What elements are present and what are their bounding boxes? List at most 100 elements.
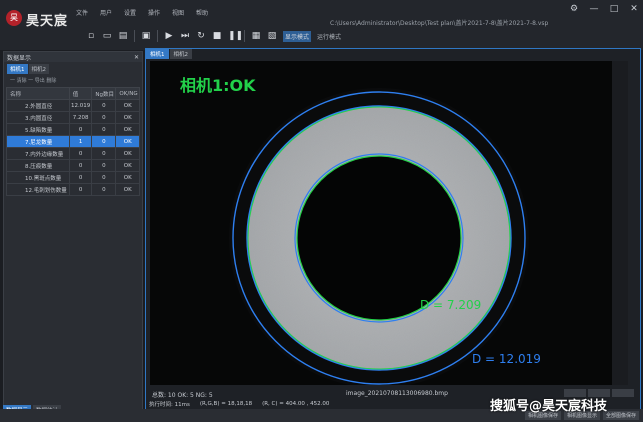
menu-bar: 文件 用户 设置 操作 视图 帮助 [70,8,214,17]
inner-diameter-label: D = 7.209 [420,298,481,312]
camera-status-text: 相机1:OK [180,76,256,95]
menu-operate[interactable]: 操作 [142,8,166,17]
app-logo: 昊 [6,10,22,26]
image-panel: 相机1 相机2 相机1:OK D = 7.209 D = 12.019 总数: … [145,48,641,410]
cell-value: 0 [68,171,93,184]
display-mode-button[interactable]: 显示模式 [283,30,312,42]
cell-value: 0 [68,147,93,160]
pause-icon[interactable]: ❚❚ [228,31,243,41]
run-icon[interactable]: ▶ [164,31,174,41]
grid-icon[interactable]: ▦ [251,31,261,41]
cell-name: 2.外圆直径 [6,99,70,112]
cell-status: OK [115,147,140,160]
cell-value: 1 [68,135,93,148]
menu-view[interactable]: 视图 [166,8,190,17]
table-row[interactable]: 8.压痕数量 0 0 OK [6,159,140,172]
cell-value: 0 [68,123,93,136]
stop-icon[interactable]: ■ [212,31,222,41]
image-canvas[interactable]: 相机1:OK D = 7.209 D = 12.019 [150,61,628,385]
cell-name: 10.黑斑点数量 [6,171,70,184]
cell-name: 8.压痕数量 [6,159,70,172]
cell-ng: 0 [91,99,117,112]
menu-settings[interactable]: 设置 [118,8,142,17]
tab-image-camera-1[interactable]: 相机1 [146,49,169,59]
cell-name: 5.缺陷数量 [6,123,70,136]
column-header-value: 值 [68,87,93,100]
washer-hole [297,156,461,320]
settings-icon[interactable]: ⚙ [569,4,579,14]
app-brand: 昊天宸 [26,14,69,29]
table-row[interactable]: 7.内外边缘数量 0 0 OK [6,147,140,160]
column-header-status: OK/NG [115,87,140,100]
exec-time: 执行时间: 11ms [149,401,190,408]
cell-value: 7.208 [68,111,93,124]
cell-value: 0 [68,159,93,172]
table-row[interactable]: 3.内圆直径 7.208 0 OK [6,111,140,124]
new-file-icon[interactable]: ▫ [86,31,96,41]
image-zoom-button[interactable] [612,389,634,397]
rgb-readout: (R,G,B) = 18,18,18 [199,400,253,407]
cell-ng: 0 [91,123,117,136]
save-file-icon[interactable]: ▤ [118,31,128,41]
cell-name: 3.内圆直径 [6,111,70,124]
close-button[interactable]: ✕ [629,4,639,14]
menu-file[interactable]: 文件 [70,8,94,17]
cell-ng: 0 [91,159,117,172]
cell-ng: 0 [91,171,117,184]
image-scrollbar[interactable] [612,61,628,385]
table-row[interactable]: 10.黑斑点数量 0 0 OK [6,171,140,184]
column-header-ng: Ng数目 [91,87,117,100]
inspection-image: 相机1:OK D = 7.209 D = 12.019 [150,61,628,385]
tab-image-camera-2[interactable]: 相机2 [169,49,192,59]
cell-name: 7.内外边缘数量 [6,147,70,160]
data-panel-header: 数据显示 ✕ [4,52,142,62]
data-panel-title: 数据显示 [7,54,32,62]
project-path: C:\Users\Administrator\Desktop\Test plan… [330,20,549,27]
data-panel-actions[interactable]: 一 清除 一 导出 删除 [4,76,142,85]
title-bar: 昊 昊天宸 文件 用户 设置 操作 视图 帮助 ⚙ — □ ✕ C:\Users… [0,0,643,50]
layout-icon[interactable]: ▧ [267,31,277,41]
menu-help[interactable]: 帮助 [190,8,214,17]
cell-name: 12.毛刺划伤数量 [6,183,70,196]
cell-name: 7.尼龙数量 [6,135,70,148]
table-row[interactable]: 2.外圆直径 12.019 0 OK [6,99,140,112]
column-header-name: 名称 [6,87,70,100]
maximize-button[interactable]: □ [609,4,619,14]
outer-diameter-label: D = 12.019 [472,352,541,366]
toolbar: ▫ ▭ ▤ ▣ ▶ ⏭ ↻ ■ ❚❚ ▦ ▧ 显示模式 运行模式 [86,28,341,44]
cell-status: OK [115,183,140,196]
cell-status: OK [115,159,140,172]
image-filename: image_20210708113006980.bmp [346,390,448,397]
results-table: 名称 值 Ng数目 OK/NG 2.外圆直径 12.019 0 OK 3.内圆直径 7.2… [6,87,140,196]
cell-ng: 0 [91,147,117,160]
menu-user[interactable]: 用户 [94,8,118,17]
image-tabs: 相机1 相机2 [146,49,192,59]
table-row[interactable]: 5.缺陷数量 0 0 OK [6,123,140,136]
cell-ng: 0 [91,111,117,124]
coord-readout: (R, C) = 404.00 , 452.00 [262,400,330,407]
cell-ng: 0 [91,183,117,196]
capture-icon[interactable]: ▣ [141,31,151,41]
watermark: 搜狐号@昊天宸科技 [490,399,608,414]
tab-camera-2[interactable]: 相机2 [28,64,49,74]
cell-status: OK [115,171,140,184]
table-row[interactable]: 7.尼龙数量 1 0 OK [6,135,140,148]
tab-camera-1[interactable]: 相机1 [7,64,28,74]
open-file-icon[interactable]: ▭ [102,31,112,41]
data-panel: 数据显示 ✕ 相机1 相机2 一 清除 一 导出 删除 名称 值 Ng数目 OK… [3,51,143,410]
run-mode-button[interactable]: 运行模式 [317,32,341,41]
toolbar-divider [244,30,245,42]
cell-status: OK [115,123,140,136]
run-once-icon[interactable]: ⏭ [180,31,190,41]
cell-value: 12.019 [68,99,93,112]
loop-icon[interactable]: ↻ [196,31,206,41]
camera-tabs: 相机1 相机2 [4,62,142,76]
cell-status: OK [115,99,140,112]
save-all-images-button[interactable]: 全部图像保存 [602,411,639,420]
minimize-button[interactable]: — [589,4,599,14]
table-row[interactable]: 12.毛刺划伤数量 0 0 OK [6,183,140,196]
cell-status: OK [115,111,140,124]
cell-status: OK [115,135,140,148]
toolbar-divider [157,30,158,42]
close-icon[interactable]: ✕ [134,54,139,61]
